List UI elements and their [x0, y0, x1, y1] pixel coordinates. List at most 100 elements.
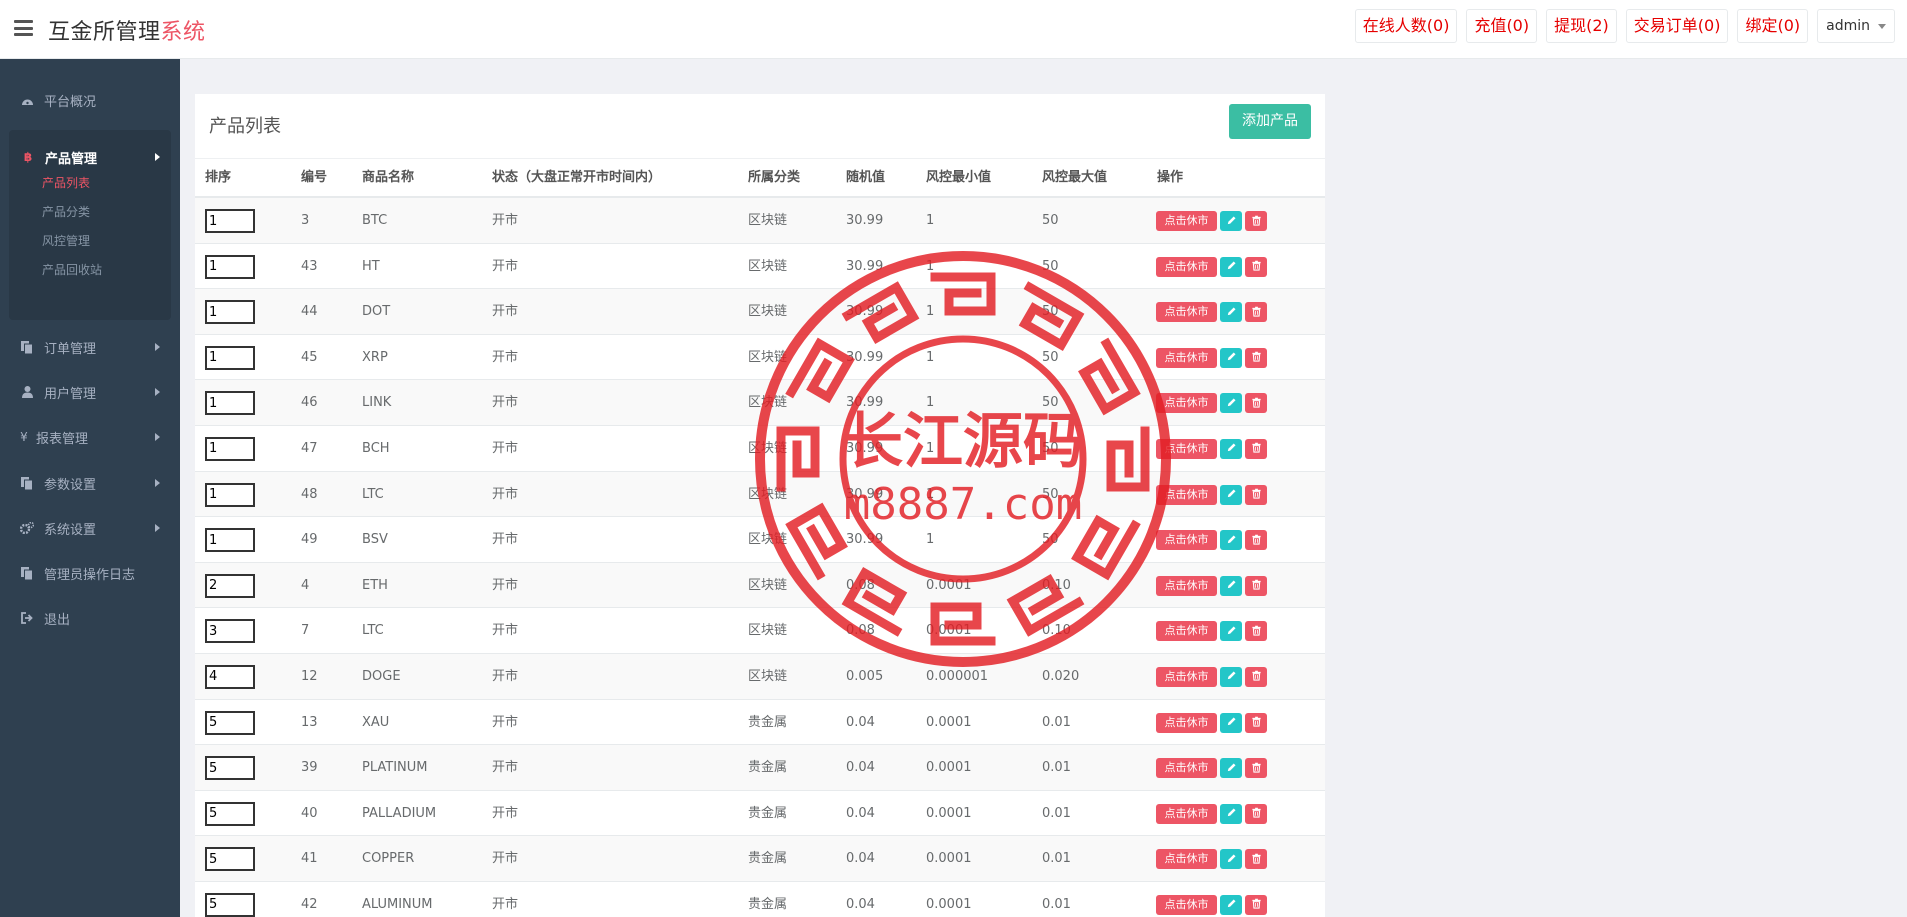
edit-icon[interactable] — [1220, 256, 1242, 277]
sort-order-input[interactable] — [205, 300, 255, 325]
cell-category: 区块链 — [748, 258, 788, 274]
close-market-button[interactable]: 点击休市 — [1156, 256, 1217, 277]
edit-icon[interactable] — [1220, 894, 1242, 915]
close-market-button[interactable]: 点击休市 — [1156, 575, 1217, 596]
sort-order-input[interactable] — [205, 436, 255, 461]
trash-icon[interactable] — [1245, 712, 1267, 733]
sort-order-input[interactable] — [205, 892, 255, 917]
withdraw-button[interactable]: 提现(2) — [1546, 9, 1617, 43]
edit-icon[interactable] — [1220, 575, 1242, 596]
edit-icon[interactable] — [1220, 484, 1242, 505]
edit-icon[interactable] — [1220, 803, 1242, 824]
submenu-product-list[interactable]: 产品列表 — [42, 172, 162, 194]
close-market-button[interactable]: 点击休市 — [1156, 347, 1217, 368]
sidebar-item-reports[interactable]: ¥ 报表管理 — [0, 417, 180, 457]
close-market-button[interactable]: 点击休市 — [1156, 621, 1217, 642]
table-row: 46 LINK 开市 区块链 30.99 1 50 点击休市 — [195, 380, 1325, 426]
user-menu[interactable]: admin — [1817, 9, 1895, 43]
sort-order-input[interactable] — [205, 391, 255, 416]
menu-toggle-icon[interactable] — [14, 20, 33, 36]
sort-order-input[interactable] — [205, 619, 255, 644]
sidebar-item-admin-log[interactable]: 管理员操作日志 — [0, 553, 180, 593]
sort-order-input[interactable] — [205, 345, 255, 370]
trash-icon[interactable] — [1245, 438, 1267, 459]
edit-icon[interactable] — [1220, 211, 1242, 231]
column-header-category: 所属分类 — [748, 170, 801, 185]
recharge-button[interactable]: 充值(0) — [1466, 9, 1538, 43]
close-market-button[interactable]: 点击休市 — [1156, 530, 1217, 551]
submenu-product-category[interactable]: 产品分类 — [42, 201, 162, 223]
close-market-button[interactable]: 点击休市 — [1156, 666, 1217, 687]
sort-order-input[interactable] — [205, 254, 255, 279]
sort-order-input[interactable] — [205, 756, 255, 781]
edit-icon[interactable] — [1220, 712, 1242, 733]
trash-icon[interactable] — [1245, 484, 1267, 505]
trash-icon[interactable] — [1245, 302, 1267, 323]
sort-order-input[interactable] — [205, 528, 255, 553]
trash-icon[interactable] — [1245, 666, 1267, 687]
trade-orders-button[interactable]: 交易订单(0) — [1625, 9, 1729, 43]
cell-risk-min: 1 — [926, 532, 935, 548]
close-market-button[interactable]: 点击休市 — [1156, 302, 1217, 323]
trash-icon[interactable] — [1245, 621, 1267, 642]
close-market-button[interactable]: 点击休市 — [1156, 211, 1217, 231]
sidebar-item-dashboard[interactable]: 平台概况 — [0, 80, 180, 120]
close-market-button[interactable]: 点击休市 — [1156, 758, 1217, 779]
sort-order-input[interactable] — [205, 710, 255, 735]
close-market-button[interactable]: 点击休市 — [1156, 393, 1217, 414]
edit-icon[interactable] — [1220, 621, 1242, 642]
cell-category: 贵金属 — [748, 760, 788, 776]
sort-order-input[interactable] — [205, 573, 255, 598]
trash-icon[interactable] — [1245, 803, 1267, 824]
edit-icon[interactable] — [1220, 666, 1242, 687]
trash-icon[interactable] — [1245, 393, 1267, 414]
cell-id: 49 — [301, 532, 318, 548]
trash-icon[interactable] — [1245, 211, 1267, 231]
trash-icon[interactable] — [1245, 894, 1267, 915]
cell-status: 开市 — [492, 486, 519, 502]
sort-order-input[interactable] — [205, 482, 255, 507]
edit-icon[interactable] — [1220, 438, 1242, 459]
sort-order-input[interactable] — [205, 801, 255, 826]
sidebar-item-system[interactable]: 系统设置 — [0, 508, 180, 548]
sort-order-input[interactable] — [205, 209, 255, 233]
product-list-panel: 产品列表 添加产品 排序 编号 商品名称 状态（大盘正常开市时间内） 所属分类 … — [195, 94, 1325, 917]
add-product-button[interactable]: 添加产品 — [1229, 104, 1311, 139]
edit-icon[interactable] — [1220, 393, 1242, 414]
online-users-button[interactable]: 在线人数(0) — [1354, 9, 1458, 43]
edit-icon[interactable] — [1220, 849, 1242, 870]
sort-order-input[interactable] — [205, 847, 255, 872]
close-market-button[interactable]: 点击休市 — [1156, 849, 1217, 870]
sort-order-input[interactable] — [205, 664, 255, 689]
close-market-button[interactable]: 点击休市 — [1156, 712, 1217, 733]
sidebar-item-orders[interactable]: 订单管理 — [0, 327, 180, 367]
close-market-button[interactable]: 点击休市 — [1156, 484, 1217, 505]
sidebar-item-products[interactable]: ฿ 产品管理 — [9, 137, 171, 177]
sidebar: 平台概况 ฿ 产品管理 产品列表 产品分类 风控管理 产品回收站 订单管理 用户… — [0, 59, 180, 917]
bind-button[interactable]: 绑定(0) — [1737, 9, 1809, 43]
edit-icon[interactable] — [1220, 530, 1242, 551]
close-market-button[interactable]: 点击休市 — [1156, 894, 1217, 915]
brand-title: 互金所管理系统 — [48, 14, 206, 46]
trash-icon[interactable] — [1245, 849, 1267, 870]
yen-icon: ¥ — [20, 430, 28, 444]
trash-icon[interactable] — [1245, 256, 1267, 277]
edit-icon[interactable] — [1220, 758, 1242, 779]
sidebar-item-logout[interactable]: 退出 — [0, 598, 180, 638]
sidebar-item-params[interactable]: 参数设置 — [0, 463, 180, 503]
cell-random: 0.04 — [846, 851, 875, 867]
trash-icon[interactable] — [1245, 347, 1267, 368]
sidebar-item-users[interactable]: 用户管理 — [0, 372, 180, 412]
submenu-risk-control[interactable]: 风控管理 — [42, 230, 162, 252]
cell-name: PLATINUM — [362, 760, 428, 776]
cell-status: 开市 — [492, 577, 519, 593]
cell-name: ETH — [362, 577, 388, 593]
close-market-button[interactable]: 点击休市 — [1156, 438, 1217, 459]
edit-icon[interactable] — [1220, 347, 1242, 368]
trash-icon[interactable] — [1245, 575, 1267, 596]
edit-icon[interactable] — [1220, 302, 1242, 323]
submenu-product-recycle[interactable]: 产品回收站 — [42, 259, 162, 281]
close-market-button[interactable]: 点击休市 — [1156, 803, 1217, 824]
trash-icon[interactable] — [1245, 530, 1267, 551]
trash-icon[interactable] — [1245, 758, 1267, 779]
